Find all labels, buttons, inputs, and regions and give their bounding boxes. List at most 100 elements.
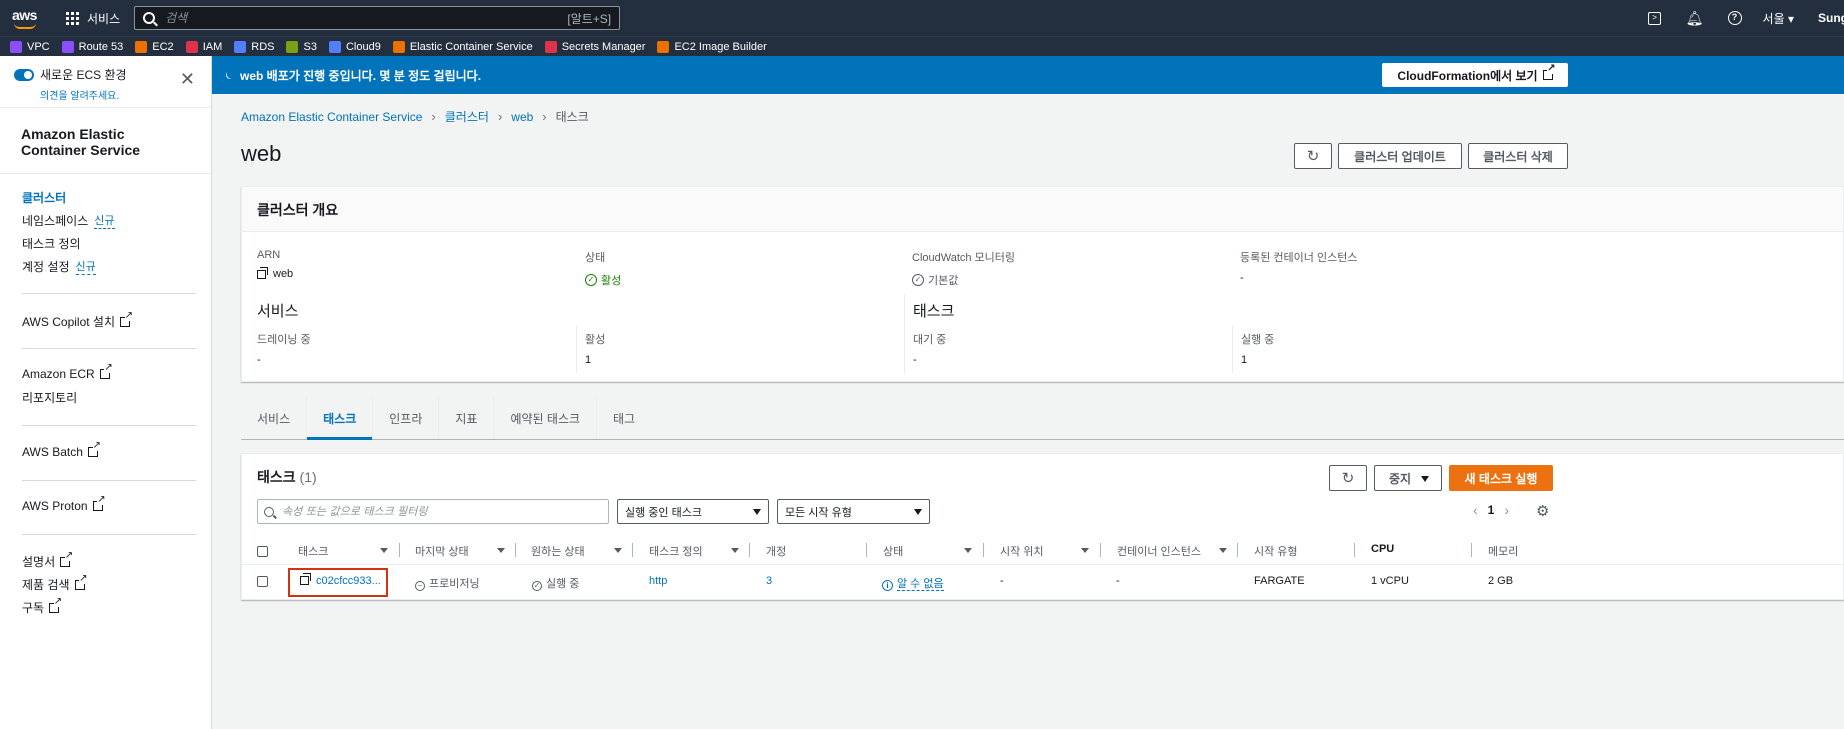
divider <box>22 293 196 294</box>
sidebar-item-batch[interactable]: AWS Batch <box>22 441 101 459</box>
sort-icon[interactable] <box>1081 548 1089 553</box>
run-new-task-button[interactable]: 새 태스크 실행 <box>1449 465 1553 491</box>
column-health[interactable]: 상태 <box>883 543 903 559</box>
feedback-link[interactable]: 의견을 알려주세요. <box>40 87 127 102</box>
divider <box>22 480 196 481</box>
task-filter-input[interactable] <box>282 505 608 518</box>
chevron-left-icon[interactable]: ‹ <box>1473 502 1478 518</box>
breadcrumb-clusters[interactable]: 클러스터 <box>445 108 489 125</box>
launch-type-cell: FARGATE <box>1254 575 1305 587</box>
task-definition-link[interactable]: http <box>649 575 667 587</box>
favorite-ec2-image-builder[interactable]: EC2 Image Builder <box>657 40 767 53</box>
help-icon[interactable]: ? <box>1715 0 1755 36</box>
sidebar-item-ecr[interactable]: Amazon ECR <box>22 363 113 381</box>
column-last-status[interactable]: 마지막 상태 <box>415 543 469 559</box>
global-search[interactable]: [알트+S] <box>134 6 621 30</box>
column-task-definition[interactable]: 태스크 정의 <box>649 543 703 559</box>
tab-scheduled-tasks[interactable]: 예약된 태스크 <box>494 397 598 439</box>
sort-icon[interactable] <box>731 548 739 553</box>
sidebar-item-clusters[interactable]: 클러스터 <box>22 189 66 206</box>
cluster-tabs: 서비스 태스크 인프라 지표 예약된 태스크 태그 <box>241 397 1844 440</box>
sidebar-item-task-definitions[interactable]: 태스크 정의 <box>22 235 81 252</box>
sidebar-item-proton[interactable]: AWS Proton <box>22 495 106 513</box>
select-all-checkbox[interactable] <box>257 546 268 557</box>
favorite-iam[interactable]: IAM <box>185 40 222 53</box>
chevron-right-icon[interactable]: › <box>1504 502 1509 518</box>
tab-infrastructure[interactable]: 인프라 <box>373 397 440 439</box>
cloudshell-icon[interactable]: > <box>1635 0 1675 36</box>
favorite-route53[interactable]: Route 53 <box>61 40 123 53</box>
chevron-right-icon: › <box>497 109 503 124</box>
chevron-right-icon: › <box>431 109 436 124</box>
aws-logo[interactable]: aws <box>12 7 42 29</box>
check-circle-icon: ✓ <box>532 581 542 591</box>
deployment-flashbar: web 배포가 진행 중입니다. 몇 분 정도 걸립니다. CloudForma… <box>212 56 1844 94</box>
sidebar-item-repositories[interactable]: 리포지토리 <box>22 389 77 406</box>
pending-icon: – <box>415 581 425 591</box>
column-memory[interactable]: 메모리 <box>1488 543 1518 559</box>
external-link-icon <box>1542 64 1556 80</box>
column-launch-type[interactable]: 시작 유형 <box>1254 543 1298 559</box>
sidebar-item-account-settings[interactable]: 계정 설정 신규 <box>22 258 96 275</box>
tab-tags[interactable]: 태그 <box>597 397 651 439</box>
sidebar-item-product-search[interactable]: 제품 검색 <box>22 573 88 593</box>
account-menu[interactable]: Sung <box>1818 11 1844 25</box>
favorite-vpc[interactable]: VPC <box>10 40 50 53</box>
refresh-tasks-button[interactable]: ↻ <box>1329 465 1367 491</box>
column-started-by[interactable]: 시작 위치 <box>1000 543 1044 559</box>
flash-message: web 배포가 진행 중입니다. 몇 분 정도 걸립니다. <box>240 68 482 83</box>
favorite-s3[interactable]: S3 <box>286 40 317 53</box>
delete-cluster-button[interactable]: 클러스터 삭제 <box>1468 143 1568 169</box>
search-shortcut-hint: [알트+S] <box>567 11 612 26</box>
column-desired-status[interactable]: 원하는 상태 <box>531 543 585 559</box>
sort-icon[interactable] <box>964 548 972 553</box>
column-task[interactable]: 태스크 <box>298 543 328 559</box>
vpc-icon <box>10 40 22 53</box>
region-selector[interactable]: 서울 ▾ <box>1763 10 1794 27</box>
close-icon[interactable]: ✕ <box>180 70 195 88</box>
new-experience-toggle[interactable] <box>14 69 34 81</box>
tab-services[interactable]: 서비스 <box>241 397 308 439</box>
sort-icon[interactable] <box>1219 548 1227 553</box>
s3-icon <box>286 40 299 53</box>
task-status-select[interactable]: 실행 중인 태스크 <box>617 499 769 524</box>
refresh-button[interactable]: ↻ <box>1294 143 1332 169</box>
sort-icon[interactable] <box>614 548 622 553</box>
services-menu-button[interactable]: 서비스 <box>66 10 120 27</box>
update-cluster-button[interactable]: 클러스터 업데이트 <box>1338 143 1462 169</box>
breadcrumb-ecs[interactable]: Amazon Elastic Container Service <box>241 110 422 124</box>
launch-type-select[interactable]: 모든 시작 유형 <box>777 499 930 524</box>
search-input[interactable] <box>165 11 568 25</box>
rds-icon <box>234 40 247 53</box>
column-cpu[interactable]: CPU <box>1371 543 1394 555</box>
favorite-secrets-manager[interactable]: Secrets Manager <box>544 40 645 53</box>
stop-dropdown-button[interactable]: 중지 <box>1374 465 1442 491</box>
column-container-instance[interactable]: 컨테이너 인스턴스 <box>1117 543 1201 559</box>
sort-icon[interactable] <box>497 548 505 553</box>
sort-icon[interactable] <box>380 548 388 553</box>
row-checkbox[interactable] <box>257 576 268 587</box>
sidebar-item-copilot[interactable]: AWS Copilot 설치 <box>22 310 133 330</box>
sidebar-item-docs[interactable]: 설명서 <box>22 550 74 570</box>
notifications-icon[interactable]: 🔔︎ <box>1675 0 1715 36</box>
tab-metrics[interactable]: 지표 <box>439 397 495 439</box>
tasks-subtitle: 태스크 <box>913 303 955 320</box>
favorite-rds[interactable]: RDS <box>234 40 274 53</box>
tab-tasks[interactable]: 태스크 <box>307 397 374 440</box>
revision-link[interactable]: 3 <box>766 575 772 587</box>
favorite-ec2[interactable]: EC2 <box>135 40 174 53</box>
health-status-cell[interactable]: i알 수 없음 <box>882 575 944 591</box>
services-subtitle: 서비스 <box>257 303 299 320</box>
favorite-cloud9[interactable]: Cloud9 <box>328 40 381 53</box>
view-in-cloudformation-button[interactable]: CloudFormation에서 보기 <box>1382 63 1568 87</box>
sidebar-item-namespaces[interactable]: 네임스페이스 신규 <box>22 212 115 229</box>
column-revision[interactable]: 개정 <box>766 543 786 559</box>
divider <box>904 294 905 374</box>
gear-icon[interactable]: ⚙ <box>1536 502 1549 520</box>
page-number[interactable]: 1 <box>1488 503 1495 517</box>
task-filter[interactable] <box>257 499 609 524</box>
sidebar-item-subscribe[interactable]: 구독 <box>22 596 63 616</box>
breadcrumb-web[interactable]: web <box>511 110 533 124</box>
favorite-ecs[interactable]: Elastic Container Service <box>392 40 533 53</box>
copy-icon[interactable] <box>257 266 268 279</box>
